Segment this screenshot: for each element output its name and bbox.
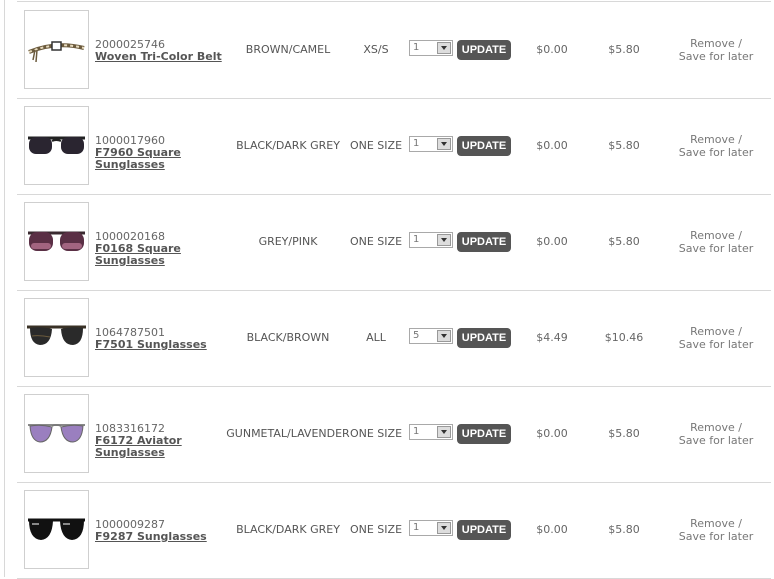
- row-actions: Remove / Save for later: [666, 229, 766, 255]
- cart-row: 1000017960 F7960 Square Sunglasses BLACK…: [17, 98, 771, 195]
- color-text: BLACK/BROWN: [246, 331, 330, 344]
- product-link[interactable]: F7501 Sunglasses: [95, 339, 230, 351]
- update-button[interactable]: UPDATE: [457, 232, 511, 252]
- chevron-down-icon[interactable]: [437, 138, 451, 150]
- chevron-down-icon[interactable]: [437, 234, 451, 246]
- sunglasses-image: [28, 424, 85, 443]
- product-link[interactable]: F7960 Square Sunglasses: [95, 147, 230, 171]
- quantity-value: 5: [413, 330, 420, 341]
- save-for-later-link[interactable]: Save for later: [666, 530, 766, 543]
- quantity-value: 1: [413, 234, 420, 245]
- quantity-value: 1: [413, 138, 420, 149]
- price-text: $5.80: [608, 43, 640, 56]
- quantity-select[interactable]: 5: [409, 328, 453, 344]
- product-link[interactable]: F6172 Aviator Sunglasses: [95, 435, 230, 459]
- chevron-down-icon[interactable]: [437, 522, 451, 534]
- product-info: 1064787501 F7501 Sunglasses: [95, 327, 230, 351]
- color-text: BROWN/CAMEL: [245, 43, 331, 56]
- price-text: $10.46: [604, 331, 644, 344]
- sunglasses-image: [27, 325, 86, 345]
- quantity-select[interactable]: 1: [409, 520, 453, 536]
- product-link[interactable]: F0168 Square Sunglasses: [95, 243, 230, 267]
- update-button[interactable]: UPDATE: [457, 136, 511, 156]
- cart-row: 1064787501 F7501 Sunglasses BLACK/BROWN …: [17, 290, 771, 387]
- color-text: GUNMETAL/LAVENDER: [226, 427, 350, 440]
- discount-text: $0.00: [536, 523, 568, 536]
- sunglasses-image: [28, 518, 85, 540]
- row-actions: Remove / Save for later: [666, 325, 766, 351]
- product-thumbnail[interactable]: [24, 10, 89, 89]
- quantity-value: 1: [413, 426, 420, 437]
- save-for-later-link[interactable]: Save for later: [666, 242, 766, 255]
- product-info: 1000017960 F7960 Square Sunglasses: [95, 135, 230, 171]
- price-text: $5.80: [608, 235, 640, 248]
- cart-row: 1000009287 F9287 Sunglasses BLACK/DARK G…: [17, 482, 771, 579]
- chevron-down-icon[interactable]: [437, 426, 451, 438]
- sunglasses-image: [28, 136, 85, 154]
- product-info: 1000020168 F0168 Square Sunglasses: [95, 231, 230, 267]
- size-text: ONE SIZE: [349, 427, 403, 440]
- quantity-value: 1: [413, 522, 420, 533]
- product-info: 2000025746 Woven Tri-Color Belt: [95, 39, 230, 63]
- update-button[interactable]: UPDATE: [457, 40, 511, 60]
- remove-link[interactable]: Remove /: [666, 37, 766, 50]
- color-text: GREY/PINK: [258, 235, 318, 248]
- product-info: 1083316172 F6172 Aviator Sunglasses: [95, 423, 230, 459]
- price-text: $5.80: [608, 139, 640, 152]
- quantity-select[interactable]: 1: [409, 424, 453, 440]
- product-thumbnail[interactable]: [24, 298, 89, 377]
- product-thumbnail[interactable]: [24, 106, 89, 185]
- price-text: $5.80: [608, 427, 640, 440]
- save-for-later-link[interactable]: Save for later: [666, 50, 766, 63]
- size-text: XS/S: [363, 43, 389, 56]
- remove-link[interactable]: Remove /: [666, 325, 766, 338]
- size-text: ONE SIZE: [349, 523, 403, 536]
- discount-text: $0.00: [536, 139, 568, 152]
- update-button[interactable]: UPDATE: [457, 328, 511, 348]
- quantity-value: 1: [413, 42, 420, 53]
- save-for-later-link[interactable]: Save for later: [666, 146, 766, 159]
- size-text: ONE SIZE: [349, 235, 403, 248]
- remove-link[interactable]: Remove /: [666, 517, 766, 530]
- remove-link[interactable]: Remove /: [666, 421, 766, 434]
- discount-text: $0.00: [536, 427, 568, 440]
- cart-row: 1000020168 F0168 Square Sunglasses GREY/…: [17, 194, 771, 291]
- size-text: ALL: [366, 331, 386, 344]
- chevron-down-icon[interactable]: [437, 42, 451, 54]
- update-button[interactable]: UPDATE: [457, 520, 511, 540]
- product-info: 1000009287 F9287 Sunglasses: [95, 519, 230, 543]
- left-border: [4, 0, 5, 577]
- row-actions: Remove / Save for later: [666, 37, 766, 63]
- discount-text: $0.00: [536, 43, 568, 56]
- quantity-select[interactable]: 1: [409, 40, 453, 56]
- price-text: $5.80: [608, 523, 640, 536]
- product-thumbnail[interactable]: [24, 394, 89, 473]
- sunglasses-image: [28, 231, 85, 251]
- row-actions: Remove / Save for later: [666, 517, 766, 543]
- color-text: BLACK/DARK GREY: [236, 139, 340, 152]
- remove-link[interactable]: Remove /: [666, 133, 766, 146]
- product-thumbnail[interactable]: [24, 202, 89, 281]
- belt-image: [28, 41, 85, 63]
- discount-text: $4.49: [536, 331, 568, 344]
- cart-row: 1083316172 F6172 Aviator Sunglasses GUNM…: [17, 386, 771, 483]
- cart-row: 2000025746 Woven Tri-Color Belt BROWN/CA…: [17, 1, 771, 99]
- quantity-select[interactable]: 1: [409, 136, 453, 152]
- size-text: ONE SIZE: [349, 139, 403, 152]
- product-link[interactable]: F9287 Sunglasses: [95, 531, 230, 543]
- row-actions: Remove / Save for later: [666, 421, 766, 447]
- discount-text: $0.00: [536, 235, 568, 248]
- color-text: BLACK/DARK GREY: [236, 523, 340, 536]
- row-actions: Remove / Save for later: [666, 133, 766, 159]
- product-thumbnail[interactable]: [24, 490, 89, 569]
- save-for-later-link[interactable]: Save for later: [666, 434, 766, 447]
- update-button[interactable]: UPDATE: [457, 424, 511, 444]
- cart-table: 2000025746 Woven Tri-Color Belt BROWN/CA…: [0, 0, 774, 579]
- chevron-down-icon[interactable]: [437, 330, 451, 342]
- quantity-select[interactable]: 1: [409, 232, 453, 248]
- save-for-later-link[interactable]: Save for later: [666, 338, 766, 351]
- remove-link[interactable]: Remove /: [666, 229, 766, 242]
- product-link[interactable]: Woven Tri-Color Belt: [95, 51, 230, 63]
